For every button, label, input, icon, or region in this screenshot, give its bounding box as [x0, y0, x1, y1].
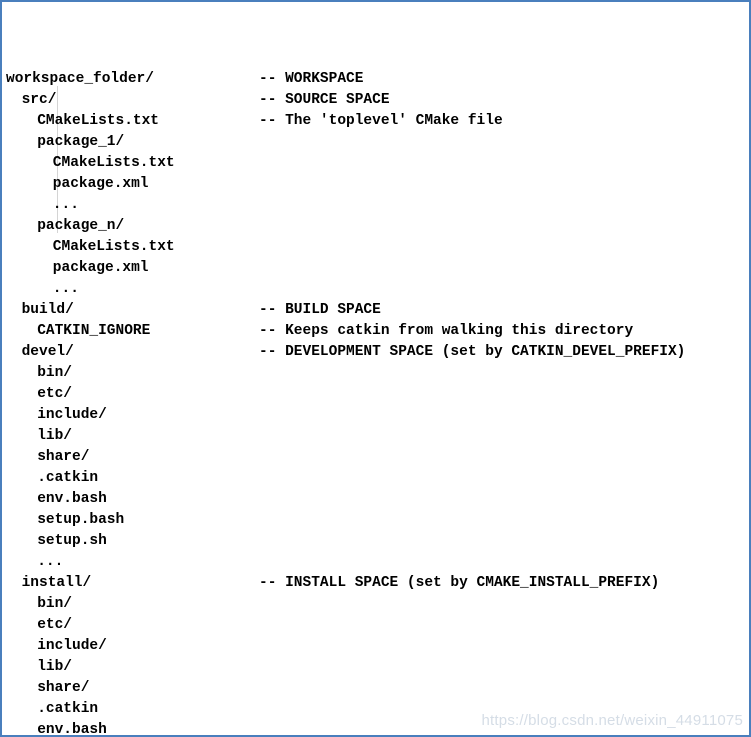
code-line: bin/ — [6, 594, 749, 615]
code-line: CMakeLists.txt — [6, 237, 749, 258]
code-line: setup.bash — [6, 510, 749, 531]
tree-path-entry: package_n/ — [37, 218, 125, 234]
tree-path-entry: CATKIN_IGNORE — [37, 323, 151, 339]
tree-path-entry: .catkin — [37, 701, 99, 717]
code-line: etc/ — [6, 384, 749, 405]
tree-path-entry: lib/ — [37, 428, 72, 444]
tree-path-entry: etc/ — [37, 386, 72, 402]
tree-path-entry: install/ — [21, 575, 92, 591]
tree-path-entry: src/ — [21, 92, 57, 108]
code-line: CMakeLists.txt -- The 'toplevel' CMake fi… — [6, 111, 749, 132]
tree-path-entry: share/ — [37, 680, 90, 696]
tree-path-entry: package_1/ — [37, 134, 125, 150]
code-line: package_n/ — [6, 216, 749, 237]
tree-entry-comment: -- SOURCE SPACE — [259, 92, 390, 108]
code-line: .catkin — [6, 699, 749, 720]
tree-path-entry: ... — [52, 197, 79, 213]
code-line: install/ -- INSTALL SPACE (set by CMAKE_I… — [6, 573, 749, 594]
tree-path-entry: CMakeLists.txt — [37, 113, 160, 129]
code-line: lib/ — [6, 657, 749, 678]
tree-path-entry: include/ — [37, 407, 107, 423]
tree-entry-comment: -- Keeps catkin from walking this direct… — [259, 323, 634, 339]
directory-tree-listing: workspace_folder/ -- WORKSPACE src/ -- SOUR… — [2, 2, 749, 737]
tree-path-entry: ... — [37, 554, 64, 570]
tree-path-entry: setup.sh — [37, 533, 107, 549]
code-line: etc/ — [6, 615, 749, 636]
code-line: ... — [6, 552, 749, 573]
tree-path-entry: bin/ — [37, 596, 72, 612]
tree-path-entry: package.xml — [52, 176, 149, 192]
code-line: src/ -- SOURCE SPACE — [6, 90, 749, 111]
code-line: package_1/ — [6, 132, 749, 153]
code-block-frame: workspace_folder/ -- WORKSPACE src/ -- SOUR… — [0, 0, 751, 737]
tree-path-entry: CMakeLists.txt — [52, 155, 175, 171]
tree-path-entry: share/ — [37, 449, 90, 465]
tree-path-entry: etc/ — [37, 617, 72, 633]
tree-entry-comment: -- BUILD SPACE — [259, 302, 381, 318]
tree-entry-comment: -- WORKSPACE — [259, 71, 364, 87]
tree-path-entry: bin/ — [37, 365, 72, 381]
tree-path-entry: include/ — [37, 638, 107, 654]
tree-entry-comment: -- INSTALL SPACE (set by CMAKE_INSTALL_P… — [259, 575, 660, 591]
code-line: env.bash — [6, 489, 749, 510]
code-line: share/ — [6, 678, 749, 699]
code-line: include/ — [6, 405, 749, 426]
code-line: share/ — [6, 447, 749, 468]
code-line: lib/ — [6, 426, 749, 447]
tree-path-entry: lib/ — [37, 659, 72, 675]
code-line: bin/ — [6, 363, 749, 384]
code-line: setup.sh — [6, 531, 749, 552]
tree-path-entry: workspace_folder/ — [6, 71, 154, 87]
tree-entry-comment: -- DEVELOPMENT SPACE (set by CATKIN_DEVE… — [259, 344, 686, 360]
code-line: CATKIN_IGNORE -- Keeps catkin from walkin… — [6, 321, 749, 342]
tree-path-entry: package.xml — [52, 260, 149, 276]
tree-path-entry: env.bash — [37, 722, 107, 737]
code-line: package.xml — [6, 258, 749, 279]
tree-path-entry: CMakeLists.txt — [52, 239, 175, 255]
code-line: include/ — [6, 636, 749, 657]
code-line: .catkin — [6, 468, 749, 489]
code-line: env.bash — [6, 720, 749, 737]
code-line: ... — [6, 279, 749, 300]
tree-path-entry: env.bash — [37, 491, 107, 507]
tree-path-entry: ... — [52, 281, 79, 297]
tree-entry-comment: -- The 'toplevel' CMake file — [259, 113, 503, 129]
code-line: build/ -- BUILD SPACE — [6, 300, 749, 321]
code-line: package.xml — [6, 174, 749, 195]
tree-path-entry: build/ — [21, 302, 74, 318]
tree-path-entry: .catkin — [37, 470, 99, 486]
tree-path-entry: setup.bash — [37, 512, 125, 528]
code-line: devel/ -- DEVELOPMENT SPACE (set by CATKI… — [6, 342, 749, 363]
tree-path-entry: devel/ — [21, 344, 74, 360]
code-line: workspace_folder/ -- WORKSPACE — [6, 69, 749, 90]
code-line: CMakeLists.txt — [6, 153, 749, 174]
code-line: ... — [6, 195, 749, 216]
